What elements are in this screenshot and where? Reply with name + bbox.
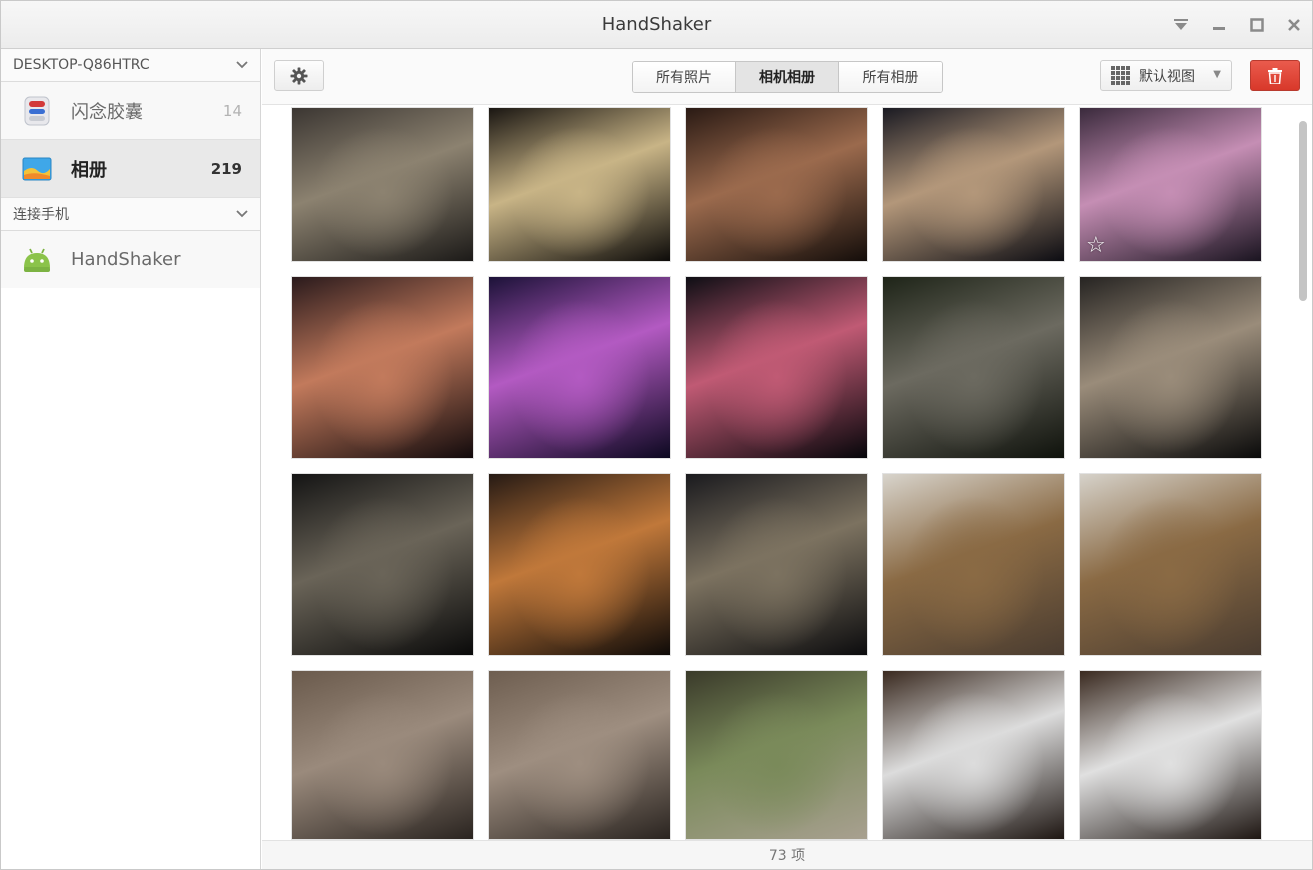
capsule-icon [21, 95, 53, 127]
chevron-down-icon [236, 61, 248, 69]
android-icon [21, 244, 53, 276]
photo-thumbnail[interactable] [488, 473, 671, 656]
phone-header[interactable]: 连接手机 [1, 198, 260, 231]
gear-icon [290, 67, 308, 84]
photo-thumbnail[interactable] [882, 276, 1065, 459]
photo-thumbnail[interactable] [1079, 670, 1262, 840]
minimize-icon[interactable] [1209, 15, 1229, 35]
photo-grid-area: ☆ [262, 105, 1312, 840]
sidebar-item-label: HandShaker [71, 249, 181, 270]
sidebar-item-label: 相册 [71, 159, 107, 181]
sidebar-item-capsule[interactable]: 闪念胶囊 14 [1, 82, 260, 140]
grid-view-icon [1111, 65, 1130, 85]
phone-header-label: 连接手机 [13, 207, 69, 223]
photo-thumbnail[interactable] [488, 670, 671, 840]
close-icon[interactable] [1284, 15, 1304, 35]
photo-thumbnail[interactable] [882, 670, 1065, 840]
scrollbar-thumb[interactable] [1299, 121, 1307, 301]
tab-camera-album[interactable]: 相机相册 [736, 62, 839, 92]
window-title: HandShaker [601, 14, 712, 35]
photo-thumbnail[interactable] [685, 276, 868, 459]
view-mode-label: 默认视图 [1139, 68, 1195, 85]
chevron-down-icon [236, 210, 248, 218]
album-icon [21, 153, 53, 185]
device-name: DESKTOP-Q86HTRC [13, 57, 150, 73]
photo-thumbnail[interactable] [685, 473, 868, 656]
device-header[interactable]: DESKTOP-Q86HTRC [1, 49, 260, 82]
delete-button[interactable] [1250, 60, 1300, 91]
photo-thumbnail[interactable] [882, 473, 1065, 656]
settings-button[interactable] [274, 60, 324, 91]
photo-thumbnail[interactable] [882, 107, 1065, 262]
star-icon[interactable]: ☆ [1086, 235, 1106, 257]
photo-thumbnail[interactable] [291, 107, 474, 262]
sidebar-item-album[interactable]: 相册 219 [1, 140, 260, 198]
sidebar: DESKTOP-Q86HTRC 闪念胶囊 14 相册 219 连接手机 Hand… [1, 49, 261, 869]
status-bar: 73 项 [262, 840, 1312, 869]
dropdown-menu-icon[interactable] [1171, 15, 1191, 35]
maximize-icon[interactable] [1247, 15, 1267, 35]
tab-all-photos[interactable]: 所有照片 [633, 62, 736, 92]
photo-thumbnail[interactable] [1079, 276, 1262, 459]
title-bar: HandShaker [1, 1, 1312, 49]
album-filter-tabs: 所有照片 相机相册 所有相册 [632, 61, 943, 93]
photo-thumbnail[interactable] [291, 473, 474, 656]
sidebar-empty-area [1, 288, 260, 869]
sidebar-item-label: 闪念胶囊 [71, 101, 143, 123]
caret-down-icon: ▼ [1213, 69, 1221, 80]
photo-thumbnail[interactable] [488, 276, 671, 459]
photo-thumbnail[interactable] [685, 107, 868, 262]
photo-thumbnail[interactable] [291, 276, 474, 459]
sidebar-item-count: 14 [222, 101, 242, 120]
toolbar: 所有照片 相机相册 所有相册 默认视图 ▼ [262, 49, 1312, 105]
photo-thumbnail[interactable]: ☆ [1079, 107, 1262, 262]
photo-thumbnail[interactable] [291, 670, 474, 840]
sidebar-item-phone[interactable]: HandShaker [1, 231, 260, 289]
trash-icon [1268, 67, 1282, 84]
app-window: HandShaker DESKTOP-Q86HTRC 闪念胶囊 14 相册 21… [0, 0, 1313, 870]
photo-thumbnail[interactable] [1079, 473, 1262, 656]
photo-thumbnail[interactable] [488, 107, 671, 262]
photo-thumbnail[interactable] [685, 670, 868, 840]
item-count: 73 项 [768, 848, 806, 864]
tab-all-albums[interactable]: 所有相册 [839, 62, 942, 92]
view-mode-select[interactable]: 默认视图 ▼ [1100, 60, 1232, 91]
sidebar-item-count: 219 [210, 159, 242, 178]
